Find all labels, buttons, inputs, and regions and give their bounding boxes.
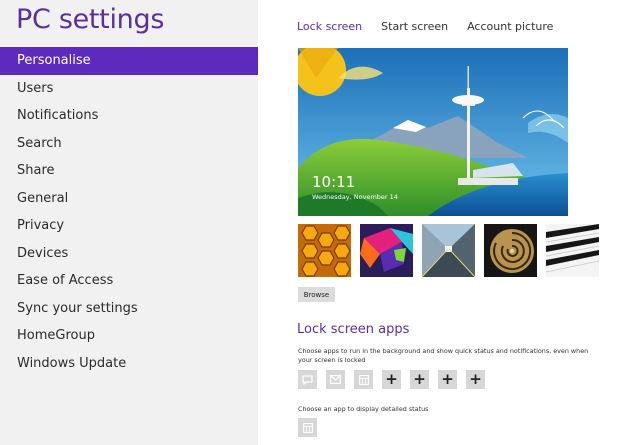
lock-screen-apps-description: Choose apps to run in the background and… <box>298 347 589 364</box>
add-icon: + <box>469 370 482 388</box>
add-app-slot-3[interactable]: + <box>438 370 457 389</box>
lock-screen-apps-heading: Lock screen apps <box>297 322 410 337</box>
tab-start-screen[interactable]: Start screen <box>381 20 448 33</box>
nav-item-sync-your-settings[interactable]: Sync your settings <box>0 295 258 323</box>
personalise-tabs: Lock screen Start screen Account picture <box>297 20 572 33</box>
detailed-status-app-slot[interactable] <box>298 418 317 437</box>
messaging-icon <box>302 374 313 385</box>
add-icon: + <box>441 370 454 388</box>
tab-lock-screen[interactable]: Lock screen <box>297 20 362 33</box>
app-title: PC settings <box>16 4 165 35</box>
nav-item-privacy[interactable]: Privacy <box>0 212 258 240</box>
nav-item-general[interactable]: General <box>0 185 258 213</box>
add-app-slot-1[interactable]: + <box>382 370 401 389</box>
calendar-app-slot[interactable] <box>354 370 373 389</box>
mail-icon <box>330 375 341 384</box>
detailed-status-label: Choose an app to display detailed status <box>298 405 429 413</box>
nav-item-windows-update[interactable]: Windows Update <box>0 350 258 378</box>
nav-item-personalise[interactable]: Personalise <box>0 47 258 75</box>
nav-item-devices[interactable]: Devices <box>0 240 258 268</box>
settings-content-pane: Lock screen Start screen Account picture <box>258 0 622 445</box>
add-app-slot-4[interactable]: + <box>466 370 485 389</box>
nav-item-search[interactable]: Search <box>0 130 258 158</box>
settings-nav-pane: PC settings Personalise Users Notificati… <box>0 0 258 445</box>
nav-item-ease-of-access[interactable]: Ease of Access <box>0 267 258 295</box>
nautilus-shell-thumbnail[interactable] <box>484 224 537 277</box>
honeycomb-thumbnail[interactable] <box>298 224 351 277</box>
lock-screen-preview: 10:11 Wednesday, November 14 <box>298 48 568 216</box>
preview-time: 10:11 <box>312 173 356 191</box>
calendar-icon <box>358 374 369 385</box>
messaging-app-slot[interactable] <box>298 370 317 389</box>
piano-keys-thumbnail[interactable] <box>546 224 599 277</box>
browse-button[interactable]: Browse <box>298 287 335 302</box>
calendar-icon <box>302 422 313 433</box>
tab-account-picture[interactable]: Account picture <box>467 20 553 33</box>
nav-item-share[interactable]: Share <box>0 157 258 185</box>
mail-app-slot[interactable] <box>326 370 345 389</box>
nav-item-users[interactable]: Users <box>0 75 258 103</box>
settings-nav-list: Personalise Users Notifications Search S… <box>0 47 258 377</box>
nav-item-homegroup[interactable]: HomeGroup <box>0 322 258 350</box>
nav-item-notifications[interactable]: Notifications <box>0 102 258 130</box>
lock-screen-thumbnails <box>298 224 599 277</box>
add-icon: + <box>413 370 426 388</box>
preview-date: Wednesday, November 14 <box>312 193 398 201</box>
abstract-cubes-thumbnail[interactable] <box>360 224 413 277</box>
add-app-slot-2[interactable]: + <box>410 370 429 389</box>
tunnel-thumbnail[interactable] <box>422 224 475 277</box>
lock-screen-app-slots: + + + + <box>298 370 494 389</box>
add-icon: + <box>385 370 398 388</box>
